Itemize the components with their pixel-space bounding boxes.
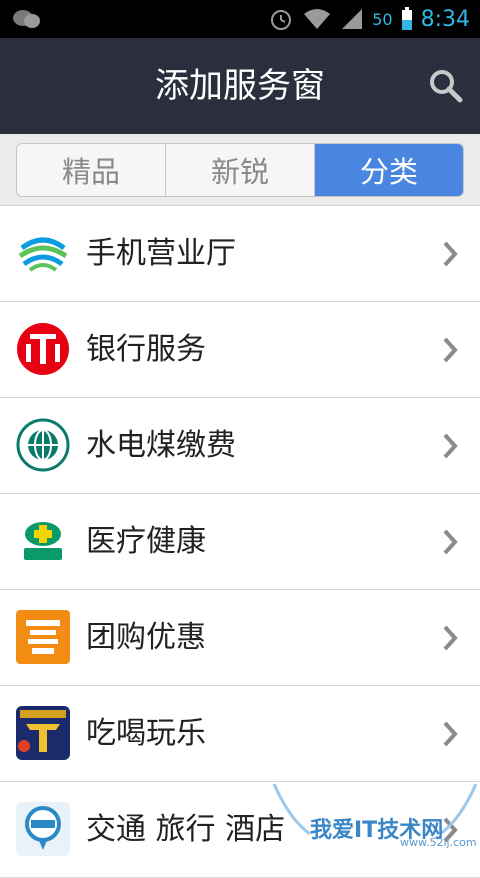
list-item-group-buy[interactable]: 团购优惠 <box>0 590 480 686</box>
list-item-label: 水电煤缴费 <box>86 428 236 463</box>
list-item-health[interactable]: 医疗健康 <box>0 494 480 590</box>
list-item-mobile-hall[interactable]: 手机营业厅 <box>0 206 480 302</box>
group-buy-logo-icon <box>16 610 70 664</box>
status-bar: 50 8:34 <box>0 0 480 38</box>
tab-new[interactable]: 新锐 <box>166 144 315 196</box>
chevron-right-icon <box>443 529 458 555</box>
tab-categories[interactable]: 分类 <box>315 144 463 196</box>
wechat-notification-icon <box>13 10 40 28</box>
chevron-right-icon <box>443 337 458 363</box>
chevron-right-icon <box>443 433 458 459</box>
search-icon[interactable] <box>428 68 464 104</box>
alarm-icon <box>271 10 292 30</box>
page-title: 添加服务窗 <box>155 66 325 106</box>
china-mobile-logo-icon <box>18 237 68 272</box>
chevron-right-icon <box>443 241 458 267</box>
chevron-right-icon <box>443 625 458 651</box>
clock: 8:34 <box>420 6 470 32</box>
list-item-label: 手机营业厅 <box>86 236 236 271</box>
list-item-entertainment[interactable]: 吃喝玩乐 <box>0 686 480 782</box>
wifi-icon <box>304 9 331 29</box>
tab-bar: 精品 新锐 分类 <box>0 134 480 206</box>
list-item-label: 团购优惠 <box>86 620 206 655</box>
state-grid-logo-icon <box>16 418 70 472</box>
bus-logo-icon <box>16 802 70 856</box>
list-item-label: 银行服务 <box>86 332 206 367</box>
battery-icon <box>401 7 412 30</box>
list-item-label: 交通 旅行 酒店 <box>86 812 286 847</box>
battery-level: 50 <box>372 9 393 29</box>
list-item-bank[interactable]: 银行服务 <box>0 302 480 398</box>
list-item-utilities[interactable]: 水电煤缴费 <box>0 398 480 494</box>
cinema-logo-icon <box>16 706 70 760</box>
list-item-travel[interactable]: 交通 旅行 酒店 <box>0 782 480 878</box>
list-item-label: 医疗健康 <box>86 524 206 559</box>
chevron-right-icon <box>443 817 458 843</box>
chevron-right-icon <box>443 721 458 747</box>
pharmacy-logo-icon <box>24 522 62 560</box>
citic-bank-logo-icon <box>17 323 69 375</box>
segmented-control: 精品 新锐 分类 <box>16 143 464 197</box>
list-item-label: 吃喝玩乐 <box>86 716 206 751</box>
tab-featured[interactable]: 精品 <box>17 144 166 196</box>
title-bar: 添加服务窗 <box>0 38 480 134</box>
signal-icon <box>342 9 363 29</box>
category-list: 手机营业厅 银行服务 水电煤缴费 医疗健康 团购优惠 吃喝玩乐 交通 旅行 酒店 <box>0 206 480 878</box>
